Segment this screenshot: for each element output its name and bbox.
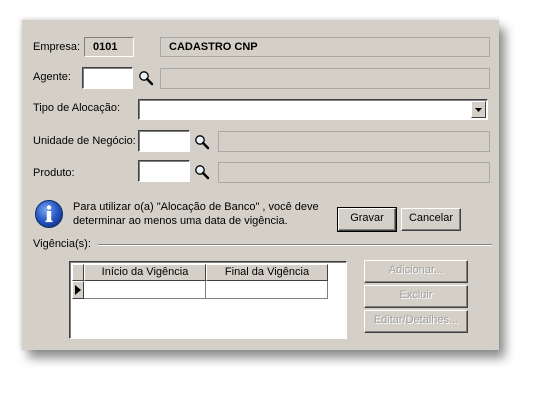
grid-header-final[interactable]: Final da Vigência <box>206 264 328 281</box>
info-icon <box>35 200 63 228</box>
produto-input[interactable] <box>138 160 190 182</box>
grid-header-inicio[interactable]: Início da Vigência <box>84 264 206 281</box>
grid-cell-final[interactable] <box>206 281 328 299</box>
triangle-right-icon <box>75 285 81 295</box>
dropdown-button[interactable] <box>471 101 486 118</box>
vigencias-grid[interactable]: Início da Vigência Final da Vigência <box>69 261 347 339</box>
empresa-label: Empresa: <box>33 41 81 53</box>
unidade-label: Unidade de Negócio: <box>33 135 136 147</box>
grid-corner-header <box>72 264 84 281</box>
unidade-description-field <box>218 131 490 152</box>
cancelar-button[interactable]: Cancelar <box>401 208 461 231</box>
excluir-button[interactable]: Excluir <box>364 285 468 308</box>
gravar-button[interactable]: Gravar <box>337 207 397 232</box>
empresa-name-field: CADASTRO CNP <box>160 37 490 57</box>
agente-search-icon[interactable] <box>138 70 154 86</box>
chevron-down-icon <box>475 108 482 112</box>
agente-input[interactable] <box>82 67 133 89</box>
unidade-input[interactable] <box>138 130 190 152</box>
info-message-line1: Para utilizar o(a) "Alocação de Banco" ,… <box>73 201 319 213</box>
adicionar-button[interactable]: Adicionar... <box>364 260 468 283</box>
agente-description-field <box>160 68 490 89</box>
info-message-line2: determinar ao menos uma data de vigência… <box>73 215 288 227</box>
dialog-panel: Empresa: 0101 CADASTRO CNP Agente: Tipo … <box>22 20 499 350</box>
row-selector[interactable] <box>72 281 84 299</box>
produto-label: Produto: <box>33 167 75 179</box>
editar-detalhes-button[interactable]: Editar/Detalhes... <box>364 310 468 333</box>
produto-search-icon[interactable] <box>194 164 210 180</box>
vigencias-group-label: Vigência(s): <box>33 238 91 250</box>
produto-description-field <box>218 162 490 183</box>
tipo-alocacao-label: Tipo de Alocação: <box>33 102 121 114</box>
group-separator <box>98 244 492 246</box>
tipo-alocacao-select[interactable] <box>138 99 488 120</box>
agente-label: Agente: <box>33 71 71 83</box>
grid-cell-inicio[interactable] <box>84 281 206 299</box>
empresa-code-field: 0101 <box>84 37 134 57</box>
unidade-search-icon[interactable] <box>194 134 210 150</box>
